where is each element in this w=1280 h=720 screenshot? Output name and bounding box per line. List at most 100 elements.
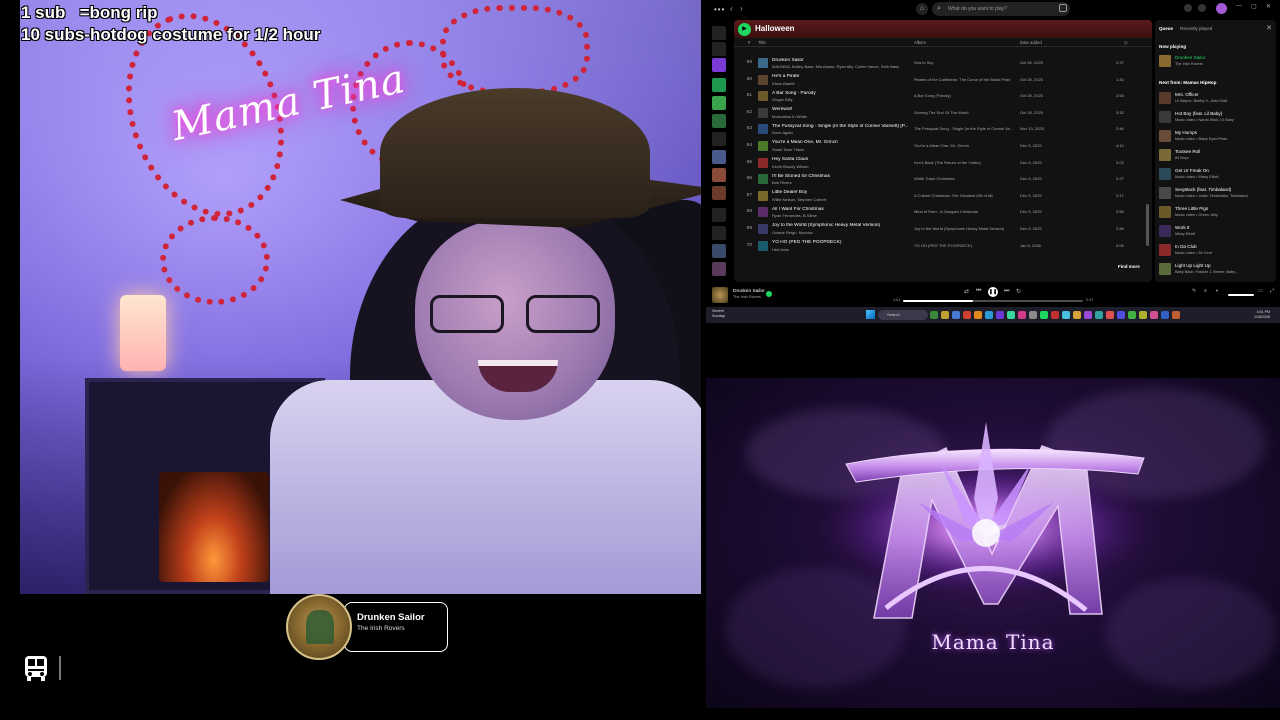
- track-artist[interactable]: Kevin Bloody Wilson: [772, 164, 910, 169]
- miniplayer-icon[interactable]: ▭: [1258, 288, 1263, 294]
- taskbar-app-icon[interactable]: [1018, 311, 1026, 319]
- track-title[interactable]: Werewolf: [772, 107, 910, 112]
- track-row[interactable]: 69 Joy to the World (Symphonic Heavy Meta…: [734, 222, 1152, 239]
- playlist-icon[interactable]: [712, 262, 726, 276]
- track-album[interactable]: Kev's Back (The Return of the Yobbo): [914, 160, 1018, 165]
- track-row[interactable]: 64 You're a Mean One, Mr. Grinch Small Tow…: [734, 139, 1152, 156]
- track-title[interactable]: Little Dealer Boy: [772, 190, 910, 195]
- track-row[interactable]: 66 I'll Be Stoned for Christmas Bob Rivers…: [734, 172, 1152, 189]
- queue-item[interactable]: Hot Boy (feat. Lil Baby) Music video • Na…: [1159, 109, 1276, 127]
- avatar[interactable]: [1216, 3, 1227, 14]
- playlist-icon[interactable]: [712, 244, 726, 258]
- track-artist[interactable]: Ryan Ferrandes, B-Slime: [772, 213, 910, 218]
- taskbar-app-icon[interactable]: [1161, 311, 1169, 319]
- track-album[interactable]: Scoring The End Of The World: [914, 110, 1018, 115]
- taskbar-app-icon[interactable]: [1007, 311, 1015, 319]
- taskbar-app-icon[interactable]: [1095, 311, 1103, 319]
- track-artist[interactable]: Willie Nelson, Stephen Colbert: [772, 197, 910, 202]
- minimize-icon[interactable]: —: [1236, 3, 1242, 9]
- home-button[interactable]: ⌂: [916, 3, 928, 15]
- saved-check-icon[interactable]: [766, 291, 772, 297]
- track-title[interactable]: Joy to the World (Symphonic Heavy Metal …: [772, 223, 910, 228]
- taskbar-app-icon[interactable]: [941, 311, 949, 319]
- queue-item[interactable]: SexyBack (feat. Timbaland) Music video • …: [1159, 185, 1276, 203]
- search-input[interactable]: ⌕ What do you want to play?: [932, 2, 1070, 16]
- track-album[interactable]: Sea to Sky: [914, 60, 1018, 65]
- taskbar-app-icon[interactable]: [952, 311, 960, 319]
- track-title[interactable]: I'll Be Stoned for Christmas: [772, 174, 910, 179]
- taskbar-app-icon[interactable]: [1073, 311, 1081, 319]
- track-artist[interactable]: Motionless In White: [772, 114, 910, 119]
- taskbar-app-icon[interactable]: [996, 311, 1004, 319]
- back-arrow-icon[interactable]: ‹: [730, 4, 733, 13]
- taskbar-app-icon[interactable]: [1117, 311, 1125, 319]
- player-track-artist[interactable]: The Irish Rovers: [733, 295, 761, 299]
- previous-icon[interactable]: ⏮: [976, 288, 981, 295]
- lyrics-icon[interactable]: ✎: [1192, 288, 1196, 294]
- queue-now-playing[interactable]: Drunken Sailor The Irish Rovers: [1159, 53, 1276, 71]
- track-title[interactable]: You're a Mean One, Mr. Grinch: [772, 140, 910, 145]
- playlist-icon[interactable]: [712, 96, 726, 110]
- find-more-link[interactable]: Find more: [1118, 264, 1140, 269]
- queue-item[interactable]: In Da Club Music video • 50 Cent: [1159, 242, 1276, 260]
- track-title[interactable]: Hey Santa Claus: [772, 157, 910, 162]
- track-artist[interactable]: Ginger Billy: [772, 97, 910, 102]
- queue-item[interactable]: Mrs. Officer Lil Wayne, Bobby V., Kidd Ki…: [1159, 90, 1276, 108]
- track-album[interactable]: A Colbert Christmas: The Greatest Gift o…: [914, 193, 1018, 198]
- track-title[interactable]: Drunken Sailor: [772, 58, 910, 63]
- taskbar-app-icon[interactable]: [930, 311, 938, 319]
- track-album[interactable]: You're a Mean One, Mr. Grinch: [914, 143, 1018, 148]
- browse-icon[interactable]: [1059, 4, 1067, 12]
- track-artist[interactable]: Hed boss: [772, 247, 910, 252]
- music-note-icon[interactable]: [712, 132, 726, 146]
- weather-widget[interactable]: Severe Sunday: [712, 309, 725, 319]
- tab-recently-played[interactable]: Recently played: [1180, 26, 1212, 31]
- track-album[interactable]: YO HO (PEG THE POOPDECK): [914, 243, 1018, 248]
- track-artist[interactable]: MALINDA, Bobby Bass, Mia Asano, Ryan All…: [772, 64, 910, 69]
- more-menu-icon[interactable]: •••: [714, 5, 725, 14]
- artist-icon[interactable]: [712, 226, 726, 240]
- playlist-icon[interactable]: [712, 186, 726, 200]
- track-title[interactable]: YO HO (PEG THE POOPDECK): [772, 240, 910, 245]
- playlist-icon[interactable]: [712, 78, 726, 92]
- progress-bar[interactable]: [903, 300, 1083, 302]
- track-title[interactable]: All I Want For Christmas: [772, 207, 910, 212]
- column-date-added[interactable]: Date added: [1020, 40, 1042, 45]
- track-row[interactable]: 59 Drunken Sailor MALINDA, Bobby Bass, Mia…: [734, 56, 1152, 73]
- playlist-icon[interactable]: [712, 168, 726, 182]
- queue-item[interactable]: Light Up Light Up Baby Bash, Frankie J, B…: [1159, 261, 1276, 279]
- taskbar-app-icon[interactable]: [1172, 311, 1180, 319]
- taskbar-app-icon[interactable]: [1139, 311, 1147, 319]
- track-row[interactable]: 61 A Bar Song - Parody Ginger Billy A Bar S…: [734, 89, 1152, 106]
- track-artist[interactable]: Small Town Titans: [772, 147, 910, 152]
- scrollbar[interactable]: [1146, 204, 1149, 246]
- column-number[interactable]: #: [748, 40, 750, 45]
- add-icon[interactable]: [712, 42, 726, 56]
- taskbar-app-icon[interactable]: [1150, 311, 1158, 319]
- friends-icon[interactable]: [1198, 4, 1206, 12]
- liked-songs-icon[interactable]: [712, 58, 726, 72]
- track-row[interactable]: 63 The Pussycat Song - Single (In the Sty…: [734, 122, 1152, 139]
- shuffle-icon[interactable]: ⇄: [964, 288, 969, 295]
- queue-item[interactable]: Get Ur Freak On Music video • Missy Ellio…: [1159, 166, 1276, 184]
- taskbar-app-icon[interactable]: [1040, 311, 1048, 319]
- track-title[interactable]: The Pussycat Song - Single (In the Style…: [772, 124, 910, 129]
- track-row[interactable]: 60 He's a Pirate Klaus Badelt Pirates of th…: [734, 73, 1152, 90]
- next-icon[interactable]: ⏭: [1004, 288, 1009, 295]
- track-album[interactable]: Joy to the World (Symphonic Heavy Metal …: [914, 226, 1018, 231]
- taskbar-app-icon[interactable]: [1084, 311, 1092, 319]
- repeat-icon[interactable]: ↻: [1016, 288, 1021, 295]
- close-icon[interactable]: ✕: [1266, 3, 1271, 10]
- news-icon[interactable]: [1184, 4, 1192, 12]
- track-artist[interactable]: Done Again: [772, 130, 910, 135]
- playlist-icon[interactable]: [712, 114, 726, 128]
- player-track-title[interactable]: Drunken Sailor: [733, 289, 765, 294]
- track-row[interactable]: 70 YO HO (PEG THE POOPDECK) Hed boss YO HO …: [734, 239, 1152, 256]
- library-icon[interactable]: [712, 26, 726, 40]
- track-artist[interactable]: Klaus Badelt: [772, 81, 910, 86]
- start-icon[interactable]: [866, 310, 875, 319]
- track-row[interactable]: 67 Little Dealer Boy Willie Nelson, Stephe…: [734, 189, 1152, 206]
- track-row[interactable]: 62 Werewolf Motionless In White Scoring The…: [734, 106, 1152, 123]
- track-artist[interactable]: Bob Rivers: [772, 180, 910, 185]
- maximize-icon[interactable]: ▢: [1251, 3, 1257, 10]
